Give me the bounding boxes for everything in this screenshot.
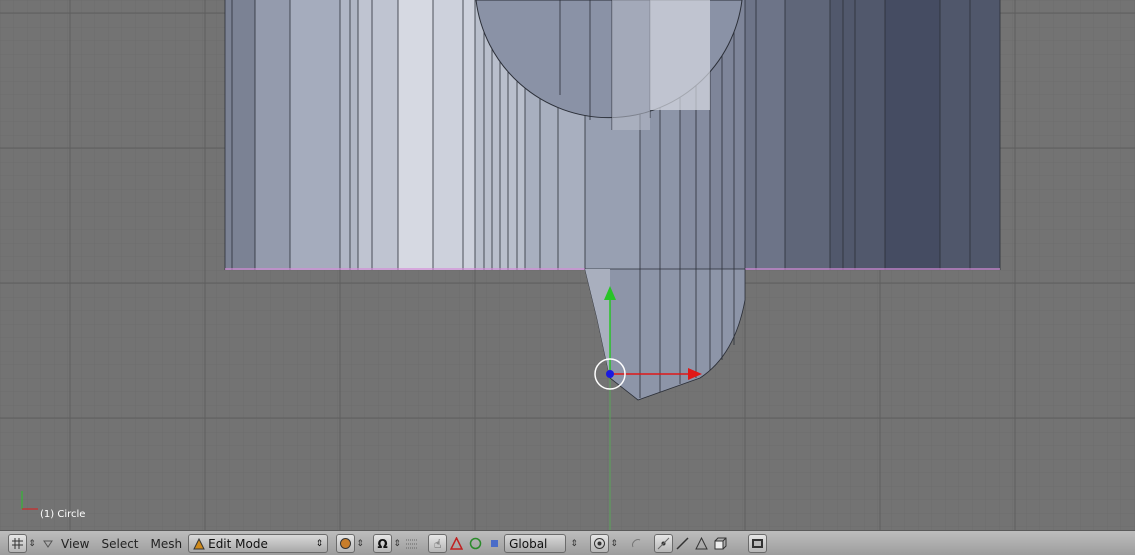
grid-icon[interactable] [8, 534, 27, 553]
occlude-icon[interactable] [711, 534, 730, 553]
orientation-dropdown[interactable]: Global [504, 534, 567, 553]
orientation-arrows-icon[interactable]: ⇕ [566, 534, 582, 553]
face-select-icon[interactable] [692, 534, 711, 553]
proportional-arrows-icon[interactable]: ⇕ [609, 534, 619, 553]
3d-viewport[interactable]: (1) Circle [0, 0, 1135, 530]
active-object-label: (1) Circle [40, 509, 86, 520]
dotted-grid-icon[interactable] [402, 534, 420, 553]
editor-type-arrows-icon[interactable]: ⇕ [27, 534, 37, 553]
mode-label: Edit Mode [208, 536, 268, 551]
mode-dropdown[interactable]: Edit Mode ⇕ [188, 534, 329, 553]
viewport-canvas[interactable] [0, 0, 1135, 530]
vertex-select-icon[interactable] [654, 534, 674, 553]
pivot-icon[interactable]: Ω [373, 534, 393, 553]
shading-arrows-icon[interactable]: ⇕ [355, 534, 365, 553]
rotate-icon[interactable] [466, 534, 485, 553]
shading-icon[interactable] [336, 534, 356, 553]
proportional-icon[interactable] [590, 534, 610, 553]
manipulator-hand-icon[interactable]: ☝ [428, 534, 448, 553]
pivot-arrows-icon[interactable]: ⇕ [392, 534, 402, 553]
translate-icon[interactable] [447, 534, 466, 553]
triangle-down-icon[interactable] [41, 534, 55, 553]
blender-window: (1) Circle ⇕ View Select Mesh Edit Mode … [0, 0, 1135, 555]
render-icon[interactable] [748, 534, 768, 553]
menu-mesh[interactable]: Mesh [145, 534, 189, 553]
menu-view[interactable]: View [55, 534, 95, 553]
scale-icon[interactable] [485, 534, 504, 553]
viewport-header: ⇕ View Select Mesh Edit Mode ⇕ ⇕ Ω ⇕ ☝ G… [0, 530, 1135, 555]
edge-select-icon[interactable] [673, 534, 692, 553]
orientation-label: Global [509, 536, 548, 551]
snap-icon[interactable] [627, 534, 646, 553]
edit-mode-icon [193, 537, 205, 549]
mode-arrows-icon: ⇕ [315, 538, 324, 549]
menu-select[interactable]: Select [95, 534, 144, 553]
